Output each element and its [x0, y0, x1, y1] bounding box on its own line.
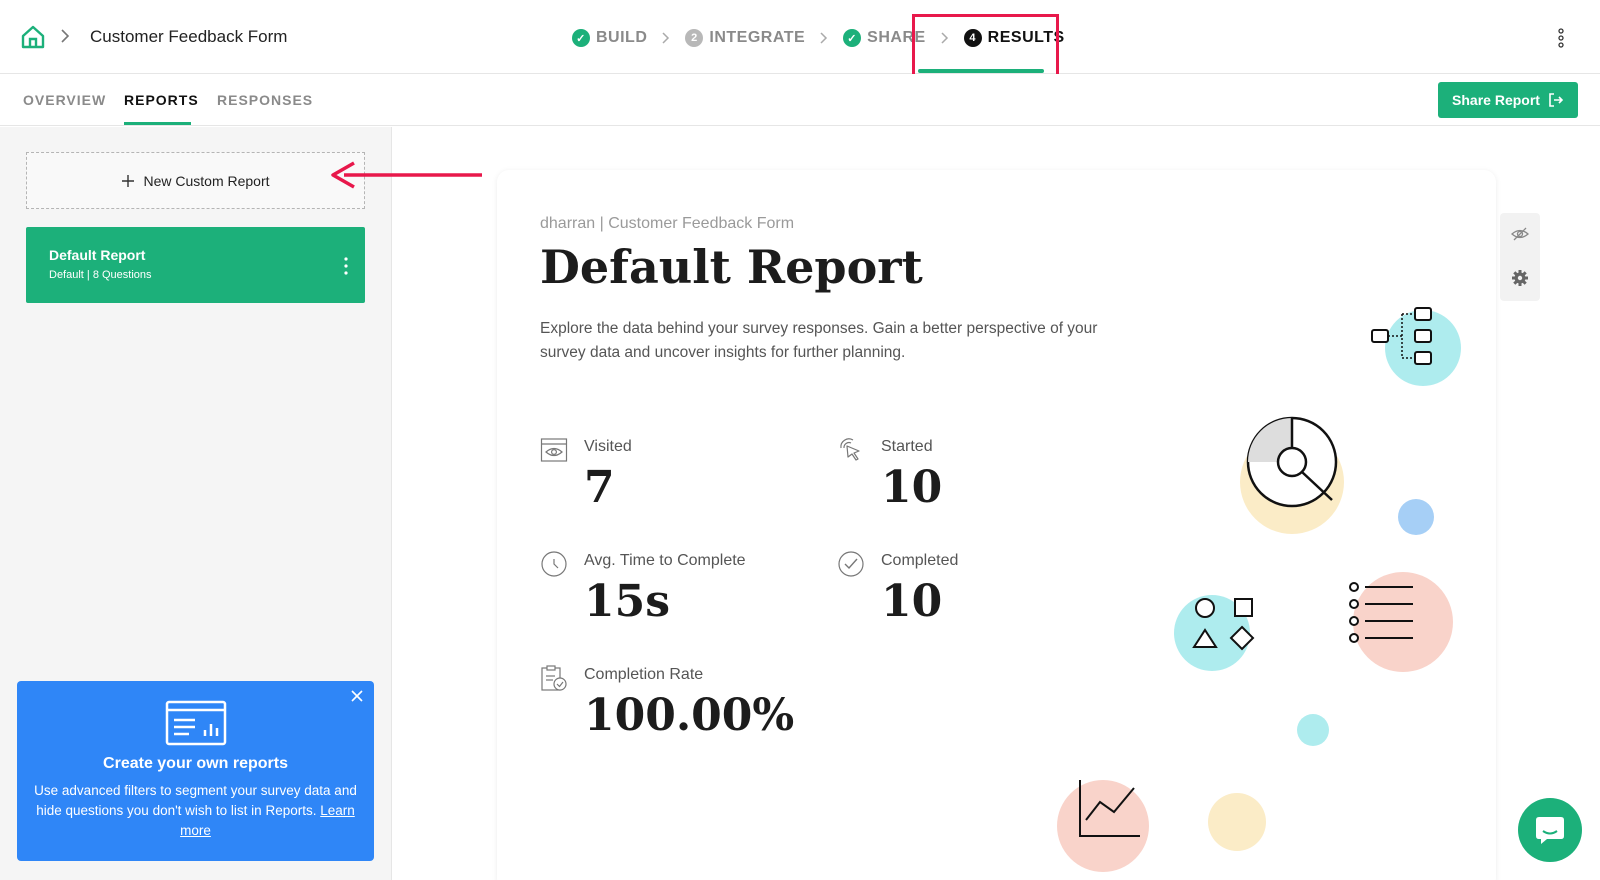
chevron-right-icon — [820, 32, 828, 44]
step-build[interactable]: ✓ BUILD — [572, 29, 647, 47]
share-report-label: Share Report — [1452, 92, 1540, 108]
browser-eye-icon — [540, 438, 568, 462]
report-meta: dharran | Customer Feedback Form — [540, 215, 795, 232]
custom-report-promo: Create your own reports Use advanced fil… — [17, 681, 374, 861]
gear-icon[interactable] — [1511, 269, 1529, 287]
top-bar: Customer Feedback Form ✓ BUILD 2 INTEGRA… — [0, 0, 1600, 89]
tab-overview[interactable]: OVERVIEW — [23, 92, 106, 108]
hide-eye-icon[interactable] — [1511, 225, 1529, 243]
sub-navigation: OVERVIEW REPORTS RESPONSES Share Report — [0, 74, 1600, 126]
report-card-subtitle: Default | 8 Questions — [49, 269, 152, 281]
check-badge-icon: ✓ — [572, 29, 590, 47]
close-icon[interactable] — [350, 689, 364, 703]
report-options-icon[interactable] — [343, 256, 349, 276]
stat-label: Completed — [881, 552, 959, 569]
stat-value: 100.00% — [584, 690, 795, 741]
decorative-illustration — [1057, 307, 1461, 872]
default-report-card[interactable]: Default Report Default | 8 Questions — [26, 227, 365, 303]
stat-value: 10 — [881, 462, 943, 513]
stat-label: Visited — [584, 438, 632, 455]
check-badge-icon: ✓ — [843, 29, 862, 47]
cursor-click-icon — [840, 438, 860, 461]
promo-body-text: Use advanced filters to segment your sur… — [34, 783, 357, 818]
clipboard-check-icon — [541, 665, 567, 691]
check-circle-icon — [838, 551, 864, 577]
clock-icon — [541, 551, 567, 577]
share-exit-icon — [1549, 93, 1564, 107]
more-options-icon[interactable] — [1556, 26, 1566, 50]
plus-icon — [122, 174, 135, 187]
chat-support-button[interactable] — [1518, 798, 1582, 862]
form-title: Customer Feedback Form — [90, 27, 288, 46]
promo-body: Use advanced filters to segment your sur… — [33, 781, 358, 841]
report-card-title: Default Report — [49, 247, 146, 263]
promo-title: Create your own reports — [103, 755, 288, 772]
stat-label: Avg. Time to Complete — [584, 552, 746, 569]
report-side-tools — [1500, 213, 1540, 301]
step-integrate[interactable]: 2 INTEGRATE — [685, 29, 805, 47]
stat-value: 7 — [584, 462, 615, 513]
report-title: Default Report — [540, 240, 923, 294]
stat-label: Completion Rate — [584, 666, 704, 683]
stat-value: 15s — [584, 576, 671, 627]
step-label: INTEGRATE — [709, 29, 806, 46]
report-window-icon — [165, 700, 227, 746]
new-custom-report-label: New Custom Report — [143, 172, 270, 189]
tab-reports[interactable]: REPORTS — [124, 92, 199, 108]
step-number-badge: 2 — [685, 29, 704, 47]
stat-value: 10 — [881, 576, 943, 627]
stat-label: Started — [881, 438, 933, 455]
active-tab-underline — [124, 122, 191, 125]
chevron-right-icon — [662, 32, 670, 44]
annotation-arrow — [331, 161, 482, 189]
chevron-right-icon — [61, 29, 70, 43]
tab-responses[interactable]: RESPONSES — [217, 92, 313, 108]
chat-bubble-icon — [1536, 817, 1564, 844]
home-icon[interactable] — [20, 24, 46, 50]
step-label: BUILD — [596, 29, 648, 46]
new-custom-report-button[interactable]: New Custom Report — [26, 152, 365, 209]
reports-sidebar: New Custom Report Default Report Default… — [0, 127, 392, 880]
share-report-button[interactable]: Share Report — [1438, 82, 1578, 118]
